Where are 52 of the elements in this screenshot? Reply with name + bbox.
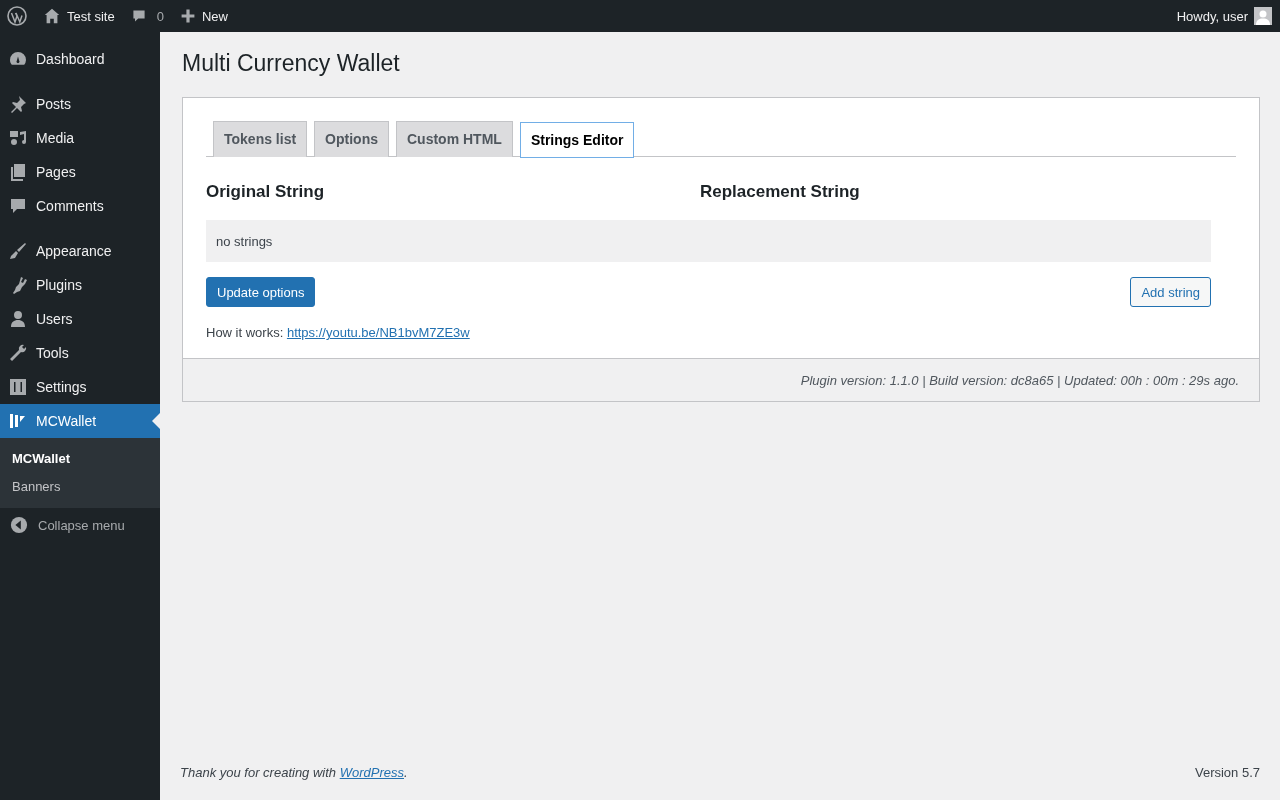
collapse-menu-button[interactable]: Collapse menu bbox=[0, 508, 160, 542]
new-link[interactable]: New bbox=[179, 8, 228, 24]
menu-item[interactable]: Dashboard bbox=[0, 42, 160, 76]
page-title: Multi Currency Wallet bbox=[182, 50, 401, 77]
tab[interactable]: Tokens list bbox=[213, 121, 308, 157]
plus-icon bbox=[179, 8, 196, 24]
avatar-icon bbox=[1254, 7, 1272, 25]
menu-item[interactable]: Settings bbox=[0, 370, 160, 404]
version-info: Plugin version: 1.1.0 | Build version: dc8a65 | Updated: 00h : 00m : 29s ago. bbox=[800, 372, 1239, 388]
pages-icon bbox=[8, 162, 28, 182]
menu-item[interactable]: Posts bbox=[0, 87, 160, 121]
wordpress-link[interactable]: WordPress bbox=[339, 765, 404, 780]
version-text: Version 5.7 bbox=[1194, 765, 1260, 780]
menu-item[interactable]: Tools bbox=[0, 336, 160, 370]
video-link[interactable]: https://youtu.be/NB1bvM7ZE3w bbox=[286, 325, 470, 340]
column-heading: Original String bbox=[206, 182, 326, 202]
menu-item[interactable]: Media bbox=[0, 121, 160, 155]
menu-item[interactable]: Pages bbox=[0, 155, 160, 189]
new-label: New bbox=[201, 8, 228, 24]
submenu-item[interactable]: MCWallet bbox=[0, 445, 160, 473]
menu-item[interactable]: Users bbox=[0, 302, 160, 336]
empty-message: no strings bbox=[216, 233, 273, 249]
paintbrush-icon bbox=[8, 241, 28, 261]
site-link[interactable]: Test site bbox=[43, 7, 115, 25]
speech-bubble-icon bbox=[8, 196, 28, 216]
site-name: Test site bbox=[67, 8, 115, 24]
user-icon bbox=[8, 309, 28, 329]
footer-thanks: Thank you for creating with WordPress. bbox=[180, 765, 408, 780]
column-heading: Replacement String bbox=[700, 182, 861, 202]
menu-item[interactable]: Plugins bbox=[0, 268, 160, 302]
wrench-icon bbox=[8, 343, 28, 363]
media-icon bbox=[8, 128, 28, 148]
how-it-works-text: How it works: https://youtu.be/NB1bvM7ZE3w bbox=[206, 325, 471, 340]
menu-item[interactable]: Comments bbox=[0, 189, 160, 223]
wallet-logo-icon bbox=[8, 411, 28, 431]
submenu-item[interactable]: Banners bbox=[0, 473, 160, 501]
home-icon bbox=[43, 7, 61, 25]
collapse-icon bbox=[10, 516, 28, 534]
comments-count: 0 bbox=[156, 8, 164, 24]
greeting: Howdy, user bbox=[1176, 8, 1248, 24]
comments-link[interactable]: 0 bbox=[130, 8, 164, 24]
add-string-button[interactable]: Add string bbox=[1130, 277, 1211, 307]
wordpress-logo-icon[interactable] bbox=[7, 6, 27, 26]
speech-bubble-icon bbox=[130, 8, 147, 24]
tab[interactable]: Custom HTML bbox=[396, 121, 513, 157]
menu-item[interactable]: MCWallet bbox=[0, 404, 160, 438]
menu-item[interactable]: Appearance bbox=[0, 234, 160, 268]
sliders-icon bbox=[8, 377, 28, 397]
account-menu[interactable]: Howdy, user bbox=[1176, 7, 1272, 25]
tab[interactable]: Strings Editor bbox=[519, 122, 635, 158]
update-options-button[interactable]: Update options bbox=[206, 277, 316, 307]
tab[interactable]: Options bbox=[314, 121, 389, 157]
